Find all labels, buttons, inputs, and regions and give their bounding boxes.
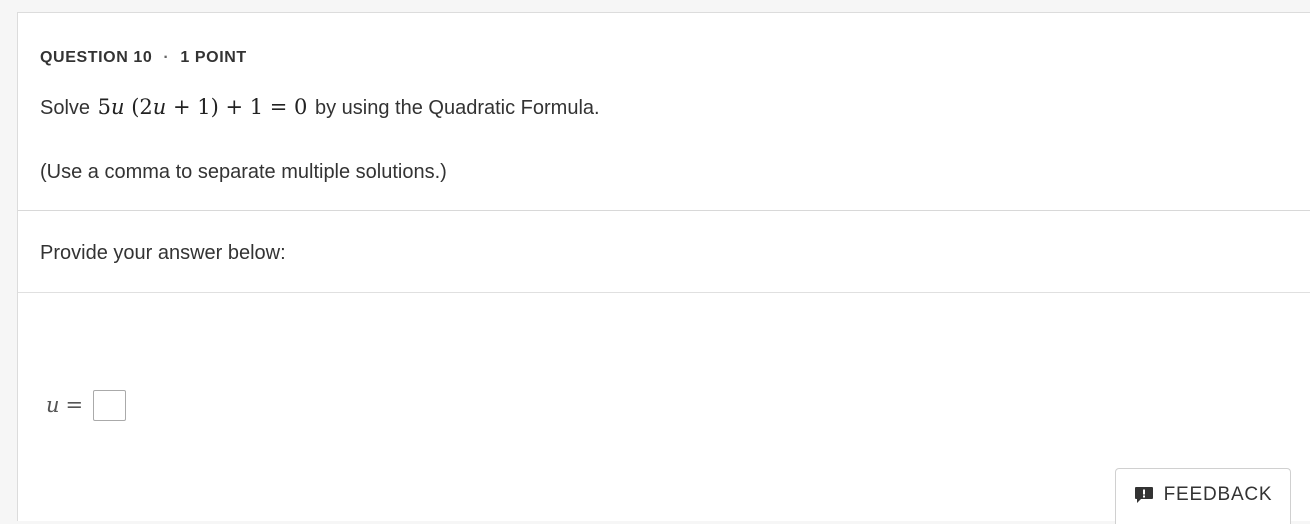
question-prompt: Solve 5u (2u + 1) + 1 = 0 by using the Q… xyxy=(40,95,600,120)
answer-header-section: Provide your answer below: xyxy=(18,210,1310,293)
equation-coef: 5 xyxy=(97,95,111,119)
meta-separator: · xyxy=(163,49,170,66)
question-number: QUESTION 10 xyxy=(40,49,153,66)
equation: 5u (2u + 1) + 1 = 0 xyxy=(98,95,308,119)
answer-variable: u xyxy=(46,393,60,417)
feedback-speech-icon xyxy=(1134,486,1154,504)
equation-var: u xyxy=(110,95,125,119)
equation-inner: (2 xyxy=(131,95,153,119)
question-section: QUESTION 10 · 1 POINT Solve 5u (2u + 1) + … xyxy=(18,13,1310,211)
feedback-label: FEEDBACK xyxy=(1163,483,1273,505)
prompt-suffix: by using the Quadratic Formula. xyxy=(314,97,600,119)
question-note: (Use a comma to separate multiple soluti… xyxy=(40,161,447,183)
prompt-prefix: Solve xyxy=(40,97,91,119)
answer-input[interactable] xyxy=(93,389,127,421)
feedback-button[interactable]: FEEDBACK xyxy=(1115,468,1291,524)
equation-inner-var: u xyxy=(152,95,167,119)
answer-equals: = xyxy=(65,393,84,417)
question-meta: QUESTION 10 · 1 POINT xyxy=(40,49,247,67)
answer-row: u = xyxy=(46,388,127,422)
equation-rest: + 1) + 1 = 0 xyxy=(172,95,308,119)
question-card: QUESTION 10 · 1 POINT Solve 5u (2u + 1) + … xyxy=(17,12,1310,524)
provide-answer-label: Provide your answer below: xyxy=(40,242,286,264)
question-points: 1 POINT xyxy=(180,49,247,66)
